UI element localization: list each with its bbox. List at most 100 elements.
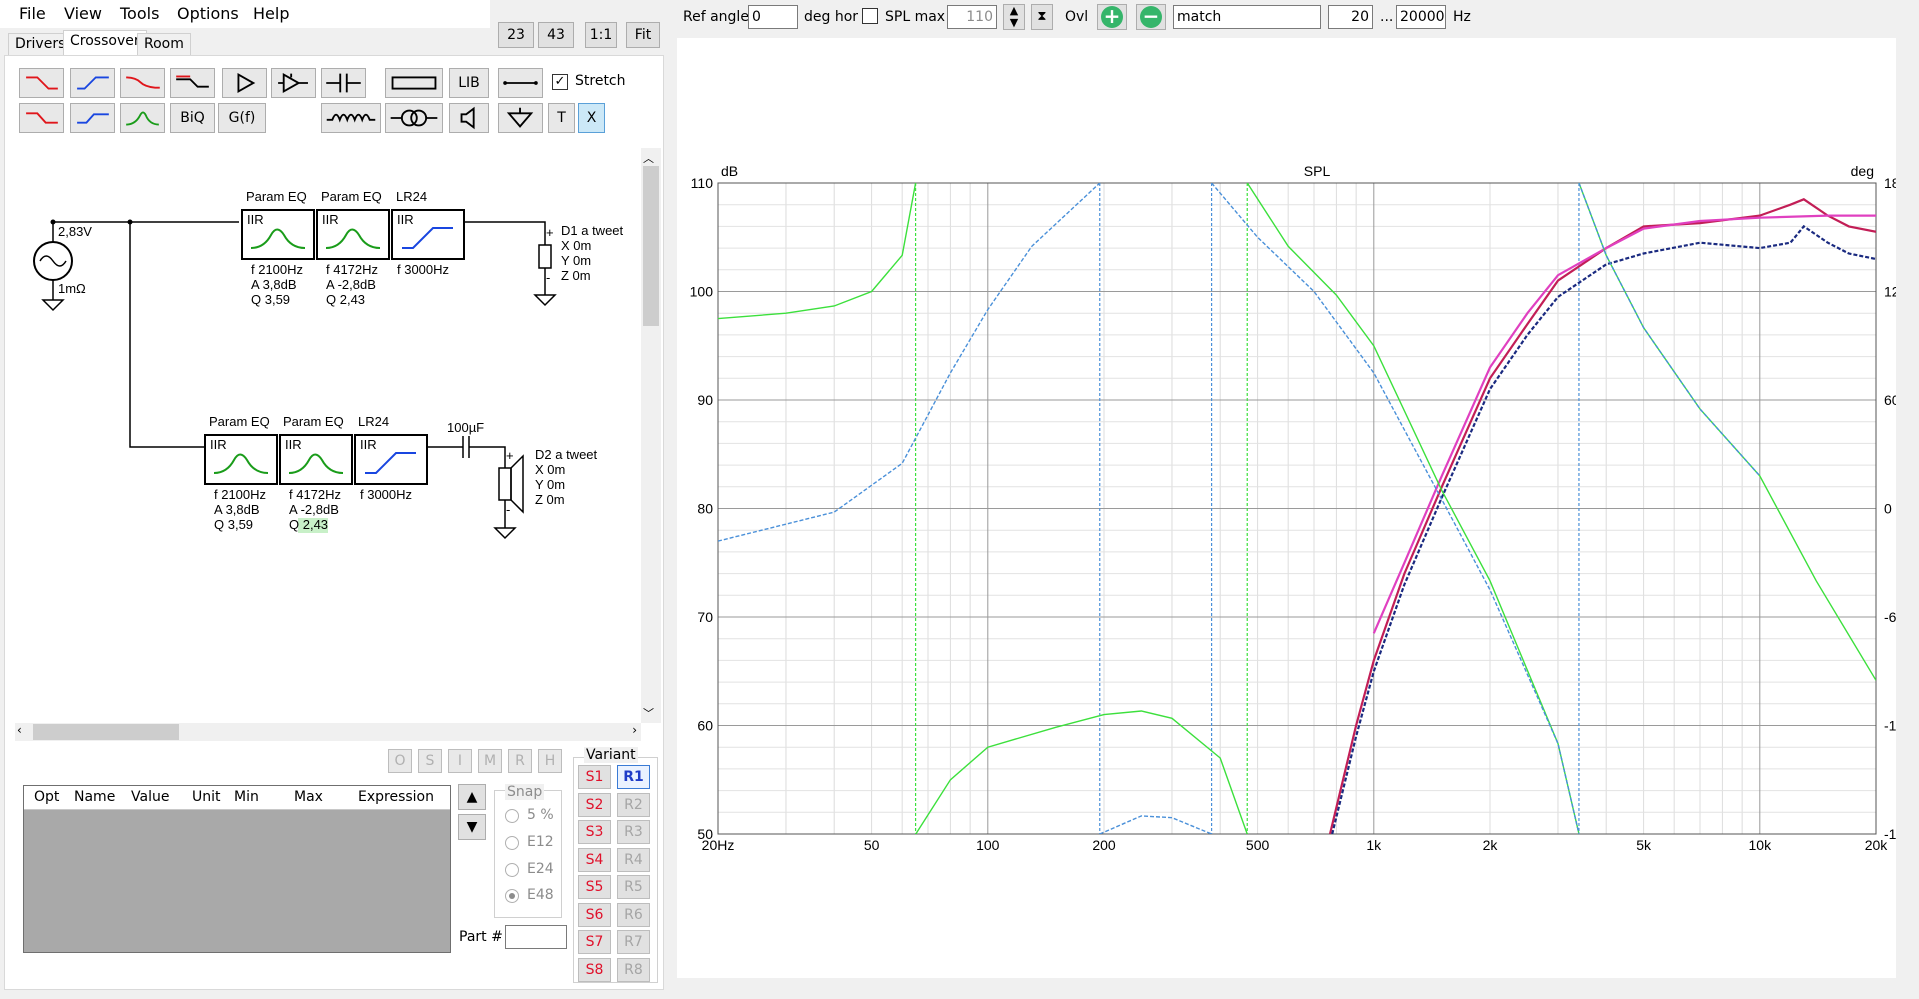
opt-h-button[interactable]: H (538, 749, 562, 773)
snap-radio-e24[interactable] (505, 863, 519, 877)
opt-o-button[interactable]: O (388, 749, 412, 773)
variant-s8-button[interactable]: S8 (578, 957, 611, 982)
opt-r-button[interactable]: R (508, 749, 532, 773)
variant-r3-button[interactable]: R3 (617, 820, 650, 844)
spl-max-checkbox[interactable] (862, 8, 878, 24)
menu-view[interactable]: View (64, 4, 102, 23)
capacitor-symbol[interactable] (427, 436, 506, 528)
amp-triangle-icon[interactable] (222, 68, 267, 98)
wire-icon[interactable] (498, 68, 543, 98)
capacitor-icon[interactable] (321, 68, 366, 98)
snap-radio-e48[interactable] (505, 889, 519, 903)
branch-1: Param EQ Param EQ LR24 IIR IIR IIR + - f… (241, 189, 624, 307)
f-min-input[interactable]: 20 (1328, 5, 1373, 29)
menu-tools[interactable]: Tools (120, 4, 159, 23)
variant-s6-button[interactable]: S6 (578, 902, 611, 927)
stretch-checkbox[interactable]: ✓ (552, 74, 568, 90)
block-type: IIR (322, 212, 339, 227)
spl-max-spinner[interactable]: ▲ ▼ (1003, 4, 1025, 30)
menu-help[interactable]: Help (253, 4, 289, 23)
ref-angle-input[interactable]: 0 (748, 5, 798, 29)
resistor-icon[interactable] (385, 68, 443, 98)
optimizer-table[interactable]: Opt Name Value Unit Min Max Expression (23, 785, 451, 953)
lowpass-red-icon[interactable] (19, 68, 64, 98)
variant-r1-button[interactable]: R1 (617, 765, 650, 789)
tab-crossover[interactable]: Crossover (63, 30, 147, 55)
variant-s2-button[interactable]: S2 (578, 792, 611, 817)
part-input[interactable] (505, 925, 567, 949)
remove-overlay-button[interactable]: − (1136, 4, 1166, 30)
vscroll-thumb[interactable] (643, 166, 659, 326)
add-overlay-button[interactable]: + (1097, 4, 1127, 30)
variant-r6-button[interactable]: R6 (617, 902, 650, 927)
inductor-icon[interactable] (321, 103, 381, 133)
variant-s1-button[interactable]: S1 (578, 765, 611, 789)
text-tool-button[interactable]: T (548, 103, 575, 133)
cross-tool-button[interactable]: X (578, 103, 605, 133)
variant-s4-button[interactable]: S4 (578, 847, 611, 872)
opt-i-button[interactable]: I (448, 749, 472, 773)
menu-file[interactable]: File (19, 4, 46, 23)
eq-param: f 2100Hz (251, 262, 303, 277)
tab-room[interactable]: Room (137, 33, 191, 55)
tweeter-d2-icon[interactable] (498, 467, 512, 501)
snap-radio-e12[interactable] (505, 836, 519, 850)
x-tick-label: 500 (1246, 837, 1270, 853)
driver-name: D2 a tweet (535, 447, 598, 462)
zoom-1-1-button[interactable]: 1:1 (585, 22, 617, 48)
hscroll-thumb[interactable] (33, 724, 179, 740)
lowpass-shelf-red-icon[interactable] (120, 68, 165, 98)
y-right-tick-label: 0 (1884, 501, 1892, 517)
zoom-23-button[interactable]: 23 (498, 22, 534, 48)
scroll-up-icon[interactable]: ︿ (643, 150, 654, 166)
variant-s7-button[interactable]: S7 (578, 930, 611, 954)
plus-sign: + (546, 225, 554, 240)
scroll-left-icon[interactable]: ‹ (17, 723, 22, 737)
variant-s5-button[interactable]: S5 (578, 875, 611, 899)
schematic-hscroll[interactable]: ‹ › (15, 723, 641, 741)
speaker-icon[interactable] (449, 103, 489, 133)
variant-title: Variant (584, 747, 638, 763)
highpass-blue-icon[interactable] (70, 68, 115, 98)
scroll-right-icon[interactable]: › (632, 723, 637, 737)
opt-s-button[interactable]: S (418, 749, 442, 773)
schematic-vscroll[interactable]: ︿ ﹀ (641, 148, 661, 723)
col-name: Name (74, 789, 116, 805)
y-tick-label: 70 (697, 609, 713, 625)
menu-options[interactable]: Options (177, 4, 239, 23)
part-label: Part # (459, 929, 503, 945)
tweeter-d1-icon[interactable] (538, 244, 552, 269)
scroll-down-icon[interactable]: ﹀ (643, 705, 654, 721)
opt-m-button[interactable]: M (478, 749, 502, 773)
match-input[interactable]: match (1173, 5, 1321, 29)
block-title: LR24 (396, 189, 427, 204)
variant-r4-button[interactable]: R4 (617, 847, 650, 872)
library-button[interactable]: LIB (449, 68, 489, 98)
variant-r2-button[interactable]: R2 (617, 792, 650, 817)
spl-chart[interactable]: 20Hz 50 100 200 500 1k 2k 5k 10k 20k1101009080706… (677, 38, 1896, 978)
amp-buffer-icon[interactable] (271, 68, 316, 98)
lowpass-red2-icon[interactable] (19, 103, 64, 133)
spl-fit-button[interactable]: ⧗ (1031, 4, 1053, 30)
peak-green-icon[interactable] (120, 103, 165, 133)
biquad-button[interactable]: BiQ (170, 103, 215, 133)
f-max-input[interactable]: 20000 (1396, 5, 1446, 29)
zoom-43-button[interactable]: 43 (538, 22, 574, 48)
spl-max-input[interactable]: 110 (947, 5, 997, 29)
ground-icon[interactable] (498, 103, 543, 133)
move-down-button[interactable]: ▼ (458, 814, 486, 840)
variant-r7-button[interactable]: R7 (617, 930, 650, 954)
variant-r5-button[interactable]: R5 (617, 875, 650, 899)
shelf-icon[interactable] (170, 68, 215, 98)
gf-button[interactable]: G(f) (218, 103, 266, 133)
zoom-fit-button[interactable]: Fit (626, 22, 660, 48)
variant-r8-button[interactable]: R8 (617, 957, 650, 982)
transformer-icon[interactable] (385, 103, 443, 133)
variant-s3-button[interactable]: S3 (578, 820, 611, 844)
y-axis-label-left: dB (721, 163, 738, 179)
highpass-blue2-icon[interactable] (70, 103, 115, 133)
snap-radio-5pct[interactable] (505, 809, 519, 823)
move-up-button[interactable]: ▲ (458, 784, 486, 810)
spl-chart-panel[interactable]: 20Hz 50 100 200 500 1k 2k 5k 10k 20k 110 100 90 80 70 6… (677, 38, 1896, 978)
schematic-canvas[interactable]: 2,83V 1mΩ Param EQ Param EQ LR24 IIR IIR… (15, 148, 641, 723)
